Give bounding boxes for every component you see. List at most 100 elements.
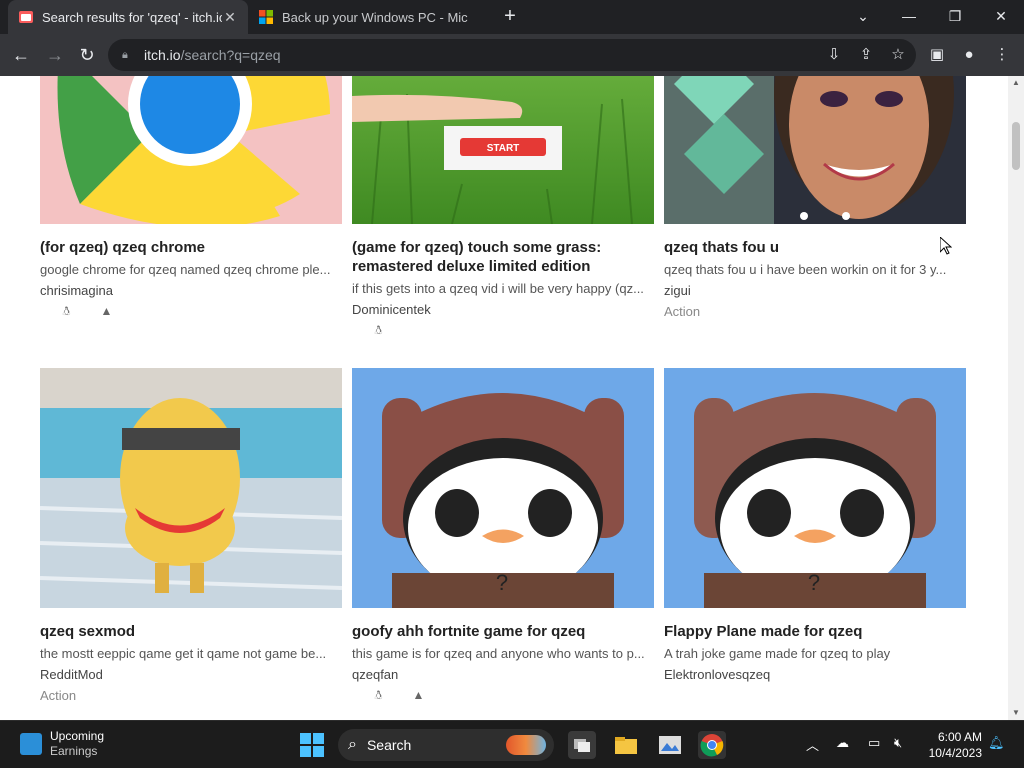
clock-date: 10/4/2023 xyxy=(928,746,982,760)
platform-icons xyxy=(664,689,966,703)
game-author[interactable]: Dominicentek xyxy=(352,301,654,319)
lock-icon[interactable]: 🔒︎ xyxy=(122,49,134,62)
search-highlight-icon xyxy=(506,735,546,755)
game-author[interactable]: zigui xyxy=(664,282,966,300)
game-title[interactable]: qzeq thats fou u xyxy=(664,238,966,257)
widget-subtitle: Earnings xyxy=(50,744,98,758)
tab-title: Search results for 'qzeq' - itch.io xyxy=(42,9,222,25)
game-thumbnail[interactable] xyxy=(664,76,966,224)
game-description: qzeq thats fou u i have been workin on i… xyxy=(664,262,947,277)
widget-title: Upcoming xyxy=(50,729,105,743)
scrollbar-thumb[interactable] xyxy=(1012,122,1020,170)
share-icon[interactable]: ⇪ xyxy=(856,45,876,65)
tab-windows-backup[interactable]: Back up your Windows PC - Mic xyxy=(248,0,488,34)
game-card[interactable]: qzeq sexmod the mostt eeppic qame get it… xyxy=(40,368,342,720)
windows-icon xyxy=(40,710,53,720)
game-title[interactable]: goofy ahh fortnite game for qzeq xyxy=(352,622,654,641)
install-app-icon[interactable]: ⇩ xyxy=(824,45,844,65)
game-author[interactable]: RedditMod xyxy=(40,666,342,684)
game-author[interactable]: Elektronlovesqzeq xyxy=(664,666,966,684)
platform-icons xyxy=(40,710,342,720)
game-description: A trah joke game made for qzeq to play xyxy=(664,646,891,661)
svg-text:?: ? xyxy=(808,570,820,595)
platform-icons: 🐧︎ ▲ xyxy=(40,305,342,319)
page-scrollbar[interactable]: ▲ ▼ xyxy=(1008,76,1024,720)
apple-icon xyxy=(392,689,405,702)
chrome-taskbar-icon[interactable] xyxy=(698,731,726,759)
taskbar-clock[interactable]: 6:00 AM 10/4/2023 xyxy=(922,729,982,761)
back-button[interactable]: ← xyxy=(8,43,34,69)
restore-button[interactable]: ❐ xyxy=(932,0,978,34)
game-genre: Action xyxy=(40,688,77,703)
page-viewport: (for qzeq) qzeq chrome google chrome for… xyxy=(0,76,1008,720)
search-icon: ⌕ xyxy=(348,736,357,753)
apple-icon xyxy=(392,324,405,337)
game-title[interactable]: (game for qzeq) touch some grass: remast… xyxy=(352,238,654,276)
task-view-icon[interactable] xyxy=(568,731,596,759)
game-title[interactable]: qzeq sexmod xyxy=(40,622,342,641)
widgets-button[interactable]: Upcoming Earnings xyxy=(20,729,104,759)
platform-icons: 🐧︎ ▲ xyxy=(352,689,654,703)
game-thumbnail[interactable] xyxy=(40,368,342,608)
volume-muted-icon[interactable]: 🔇︎ xyxy=(894,735,902,751)
tab-search-chevron-icon[interactable]: ⌄ xyxy=(840,0,886,34)
itch-favicon-icon xyxy=(19,11,33,23)
game-author[interactable]: qzeqfan xyxy=(352,666,654,684)
android-icon: ▲ xyxy=(100,304,113,318)
url-path: /search?q=qzeq xyxy=(180,47,281,63)
onedrive-icon[interactable]: ☁ xyxy=(836,735,849,751)
close-window-button[interactable]: ✕ xyxy=(978,0,1024,34)
new-tab-button[interactable]: + xyxy=(498,4,522,28)
game-card[interactable]: qzeq thats fou u qzeq thats fou u i have… xyxy=(664,76,966,340)
game-title[interactable]: (for qzeq) qzeq chrome xyxy=(40,238,342,257)
tray-overflow-chevron-icon[interactable]: ︿ xyxy=(806,735,819,754)
game-thumbnail[interactable] xyxy=(40,76,342,224)
bookmark-star-icon[interactable]: ☆ xyxy=(888,45,908,65)
game-thumbnail[interactable]: ? xyxy=(664,368,966,608)
windows-icon xyxy=(664,689,677,702)
scroll-down-arrow-icon[interactable]: ▼ xyxy=(1008,706,1024,720)
game-card[interactable]: START (game for qzeq) touch some grass: … xyxy=(352,76,654,338)
start-text: START xyxy=(487,143,520,154)
address-bar[interactable]: 🔒︎ itch.io/search?q=qzeq xyxy=(108,39,916,71)
linux-icon: 🐧︎ xyxy=(62,304,71,318)
url-host: itch.io xyxy=(144,47,181,63)
game-description: google chrome for qzeq named qzeq chrome… xyxy=(40,262,331,277)
side-panel-icon[interactable]: ▣ xyxy=(927,45,947,65)
linux-icon: 🐧︎ xyxy=(374,688,383,702)
windows-icon xyxy=(352,324,365,337)
scroll-up-arrow-icon[interactable]: ▲ xyxy=(1008,76,1024,90)
game-author[interactable]: chrisimagina xyxy=(40,282,342,300)
game-card[interactable]: ? Flappy Plane made for qzeq A trah joke… xyxy=(664,368,966,703)
windows-taskbar: Upcoming Earnings ⌕ Search ︿ ☁ ▭ 🔇︎ 6:00… xyxy=(0,720,1024,768)
game-description: this game is for qzeq and anyone who wan… xyxy=(352,646,645,661)
start-button[interactable] xyxy=(300,733,324,757)
network-icon[interactable]: ▭ xyxy=(868,735,880,751)
reload-button[interactable]: ↻ xyxy=(74,43,100,69)
clock-time: 6:00 AM xyxy=(937,730,982,744)
notifications-bell-icon[interactable]: 🔔︎ xyxy=(988,735,1005,751)
file-explorer-icon[interactable] xyxy=(612,731,640,759)
photos-icon[interactable] xyxy=(656,731,684,759)
windows-icon xyxy=(664,326,677,339)
game-card[interactable]: ? goofy ahh fortnite game for qzeq this … xyxy=(352,368,654,703)
tab-itch-search[interactable]: Search results for 'qzeq' - itch.io ✕ xyxy=(8,0,248,34)
minimize-button[interactable]: — xyxy=(886,0,932,34)
stocks-icon xyxy=(20,733,42,755)
game-thumbnail[interactable]: ? xyxy=(352,368,654,608)
taskbar-search[interactable]: ⌕ Search xyxy=(338,729,554,761)
game-thumbnail[interactable]: START xyxy=(352,76,654,224)
close-tab-icon[interactable]: ✕ xyxy=(222,9,238,26)
mouse-cursor-icon xyxy=(940,237,952,255)
apple-icon xyxy=(80,305,93,318)
forward-button[interactable]: → xyxy=(42,43,68,69)
profile-icon[interactable]: ● xyxy=(959,45,979,65)
game-card[interactable]: (for qzeq) qzeq chrome google chrome for… xyxy=(40,76,342,319)
game-title[interactable]: Flappy Plane made for qzeq xyxy=(664,622,966,641)
menu-kebab-icon[interactable]: ⋮ xyxy=(992,45,1012,65)
android-icon: ▲ xyxy=(412,688,425,702)
platform-icons xyxy=(664,326,966,340)
microsoft-favicon-icon xyxy=(259,10,273,24)
windows-icon xyxy=(352,689,365,702)
browser-tab-strip: Search results for 'qzeq' - itch.io ✕ Ba… xyxy=(0,0,1024,34)
